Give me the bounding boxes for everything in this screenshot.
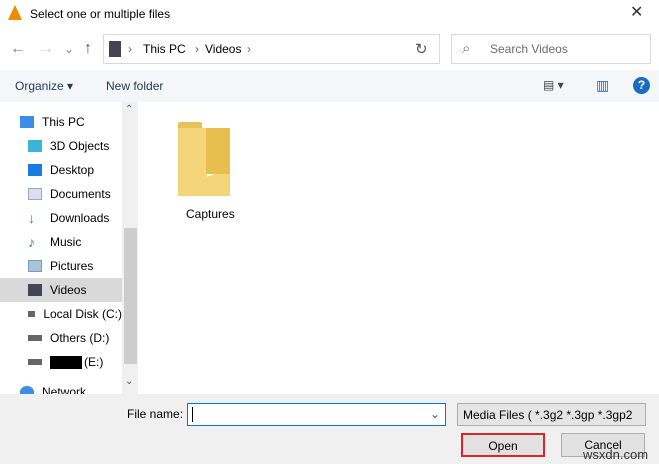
sidebar-item-videos[interactable]: Videos <box>0 278 122 302</box>
folder-captures[interactable] <box>178 120 230 198</box>
network-icon <box>20 386 34 394</box>
sidebar-item-network[interactable]: Network <box>0 380 122 394</box>
videos-icon <box>109 41 121 57</box>
download-icon: ↓ <box>28 210 35 226</box>
help-button[interactable]: ? <box>633 77 650 94</box>
redacted-label <box>50 355 82 369</box>
breadcrumb-videos[interactable]: Videos <box>205 42 241 56</box>
refresh-button[interactable]: ↻ <box>415 40 428 58</box>
back-button[interactable]: ← <box>10 40 26 58</box>
preview-pane-button[interactable]: ▥ <box>596 77 609 94</box>
chevron-down-icon[interactable]: ⌄ <box>430 407 440 421</box>
vlc-icon <box>8 5 22 20</box>
sidebar-item-label: 3D Objects <box>50 139 110 153</box>
sidebar-item-others-d[interactable]: Others (D:) <box>0 326 122 350</box>
scroll-up-icon[interactable]: ⌃ <box>125 104 133 115</box>
address-bar[interactable]: › This PC › Videos › ↻ <box>103 34 440 64</box>
videos-icon <box>28 284 42 296</box>
sidebar-item-e-drive[interactable]: (E:) <box>0 350 122 374</box>
music-icon: ♪ <box>28 234 35 250</box>
file-type-value: Media Files ( *.3g2 *.3gp *.3gp2 <box>463 408 633 422</box>
sidebar-item-label: Documents <box>50 187 111 201</box>
sidebar-item-label: Desktop <box>50 163 95 177</box>
folder-label: Captures <box>186 207 235 221</box>
scrollbar-thumb[interactable] <box>124 228 137 364</box>
text-cursor <box>192 407 193 422</box>
sidebar-item-documents[interactable]: Documents <box>0 182 122 206</box>
sidebar-item-label: Local Disk (C:) <box>43 307 122 321</box>
sidebar-item-music[interactable]: ♪ Music <box>0 230 122 254</box>
view-options-button[interactable]: ▤ ▾ <box>543 78 564 92</box>
organize-button[interactable]: Organize ▾ <box>15 79 73 93</box>
file-name-label: File name: <box>127 407 184 421</box>
breadcrumb-separator: › <box>247 42 251 56</box>
forward-button[interactable]: → <box>38 40 54 58</box>
breadcrumb-this-pc[interactable]: This PC <box>143 42 186 56</box>
folder-icon <box>178 120 230 198</box>
toolbar: Organize ▾ New folder ▤ ▾ ▥ ? <box>0 70 659 102</box>
close-button[interactable]: ✕ <box>630 2 643 22</box>
sidebar-item-label: Network <box>42 385 87 394</box>
pc-icon <box>20 116 34 128</box>
sidebar-item-pictures[interactable]: Pictures <box>0 254 122 278</box>
recent-locations-button[interactable]: ⌄ <box>64 42 74 56</box>
document-icon <box>28 188 42 200</box>
window-title: Select one or multiple files <box>30 7 171 21</box>
sidebar-item-label: (E:) <box>84 355 104 369</box>
breadcrumb-separator: › <box>195 42 199 56</box>
new-folder-button[interactable]: New folder <box>106 79 163 93</box>
sidebar-item-local-disk-c[interactable]: Local Disk (C:) <box>0 302 122 326</box>
sidebar-item-label: Pictures <box>50 259 94 273</box>
scroll-down-icon[interactable]: ⌄ <box>125 376 133 387</box>
sidebar-item-downloads[interactable]: ↓ Downloads <box>0 206 122 230</box>
file-type-select[interactable]: Media Files ( *.3g2 *.3gp *.3gp2 <box>457 403 646 426</box>
sidebar-item-label: Videos <box>50 283 87 297</box>
navigation-pane: This PC 3D Objects Desktop Documents ↓ Do… <box>0 102 138 394</box>
sidebar-item-label: Music <box>50 235 82 249</box>
search-input[interactable]: ⌕ Search Videos <box>451 34 651 64</box>
breadcrumb-separator: › <box>128 42 132 56</box>
sidebar-item-desktop[interactable]: Desktop <box>0 158 122 182</box>
search-icon: ⌕ <box>462 40 471 57</box>
disk-icon <box>28 359 42 365</box>
cube-icon <box>28 140 42 152</box>
sidebar-item-this-pc[interactable]: This PC <box>0 110 122 134</box>
search-placeholder: Search Videos <box>490 42 568 56</box>
desktop-icon <box>28 164 42 176</box>
open-button[interactable]: Open <box>461 433 545 457</box>
sidebar-item-label: Others (D:) <box>50 331 110 345</box>
file-name-input[interactable]: ⌄ <box>187 403 446 426</box>
sidebar-item-3d-objects[interactable]: 3D Objects <box>0 134 122 158</box>
sidebar-item-label: This PC <box>42 115 85 129</box>
watermark: wsxdn.com <box>583 447 649 462</box>
pictures-icon <box>28 260 42 272</box>
sidebar-item-label: Downloads <box>50 211 110 225</box>
up-button[interactable]: ↑ <box>84 40 92 58</box>
disk-icon <box>28 311 36 317</box>
disk-icon <box>28 335 42 341</box>
